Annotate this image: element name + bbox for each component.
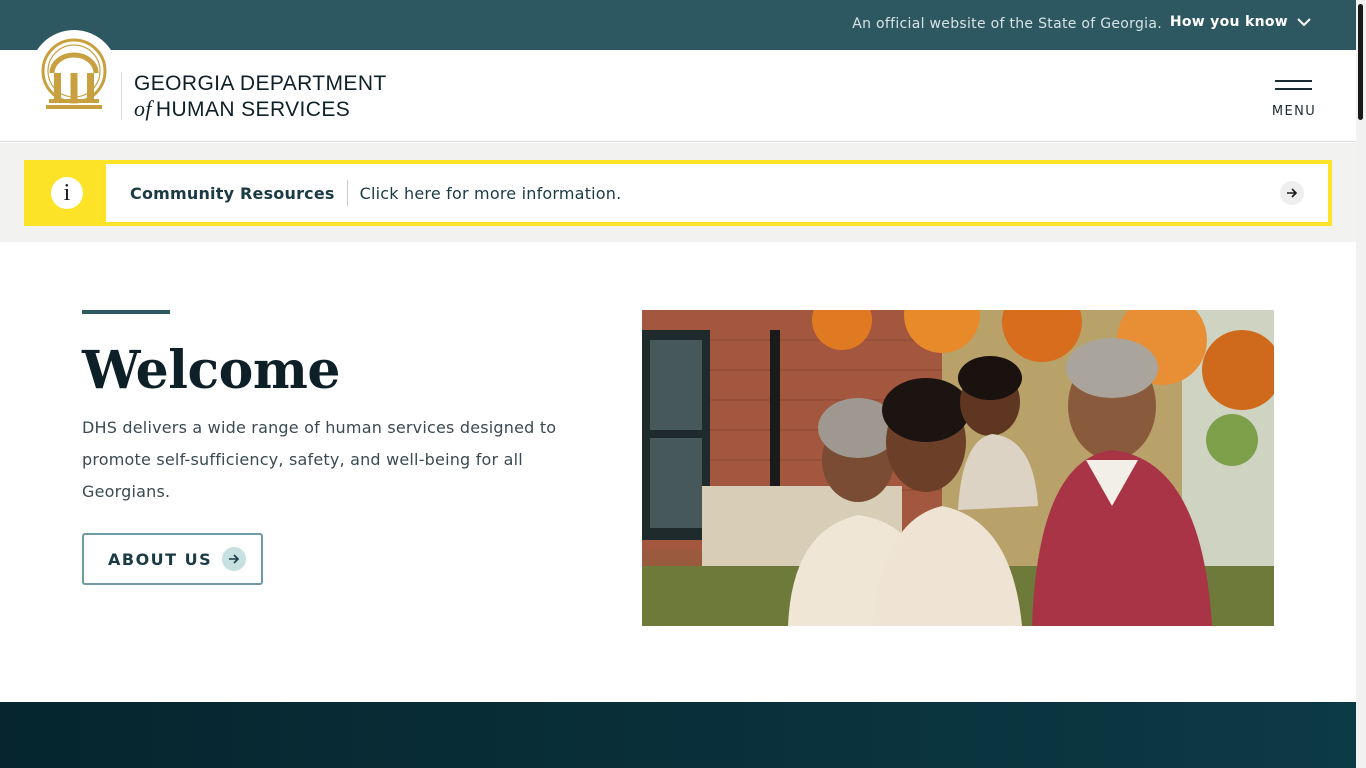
alert-icon-cell: i <box>28 164 106 222</box>
brand-name-line2[interactable]: of HUMAN SERVICES <box>134 96 350 122</box>
arrow-right-icon <box>1280 181 1304 205</box>
info-icon: i <box>51 177 83 209</box>
menu-button[interactable]: MENU <box>1268 78 1320 122</box>
site-header: GEORGIA DEPARTMENT of HUMAN SERVICES MENU <box>0 30 1356 142</box>
hamburger-icon-line-top <box>1275 80 1312 82</box>
featured-section-band <box>0 702 1356 768</box>
menu-label: MENU <box>1271 104 1317 119</box>
georgia-seal-logo[interactable] <box>30 30 118 118</box>
welcome-title: Welcome <box>82 340 340 401</box>
welcome-description: DHS delivers a wide range of human servi… <box>82 418 557 501</box>
how-you-know-label: How you know <box>1169 14 1288 30</box>
how-you-know-toggle[interactable]: How you know <box>1170 14 1312 30</box>
official-banner: An official website of the State of Geor… <box>0 0 1356 50</box>
scrollbar-thumb[interactable] <box>1358 4 1363 120</box>
brand-human-services: HUMAN SERVICES <box>155 98 351 121</box>
alert-section: i Community Resources Click here for mor… <box>0 143 1356 242</box>
arrow-right-icon <box>222 547 247 571</box>
alert-separator <box>346 180 348 206</box>
brand-name-line1[interactable]: GEORGIA DEPARTMENT <box>134 72 387 96</box>
hamburger-icon-line-bottom <box>1275 88 1312 90</box>
about-us-button[interactable]: ABOUT US <box>82 533 263 585</box>
alert-title: Community Resources <box>130 183 335 203</box>
brand-of: of <box>134 96 152 121</box>
brand-divider <box>121 72 122 120</box>
official-banner-text: An official website of the State of Geor… <box>852 16 1162 32</box>
alert-message: Click here for more information. <box>359 183 622 203</box>
chevron-down-icon <box>1297 18 1311 27</box>
about-us-label: ABOUT US <box>108 549 213 569</box>
seal-icon <box>41 38 107 109</box>
community-resources-alert[interactable]: i Community Resources Click here for mor… <box>24 160 1332 226</box>
welcome-accent-bar <box>82 310 170 314</box>
family-photo <box>642 310 1274 626</box>
